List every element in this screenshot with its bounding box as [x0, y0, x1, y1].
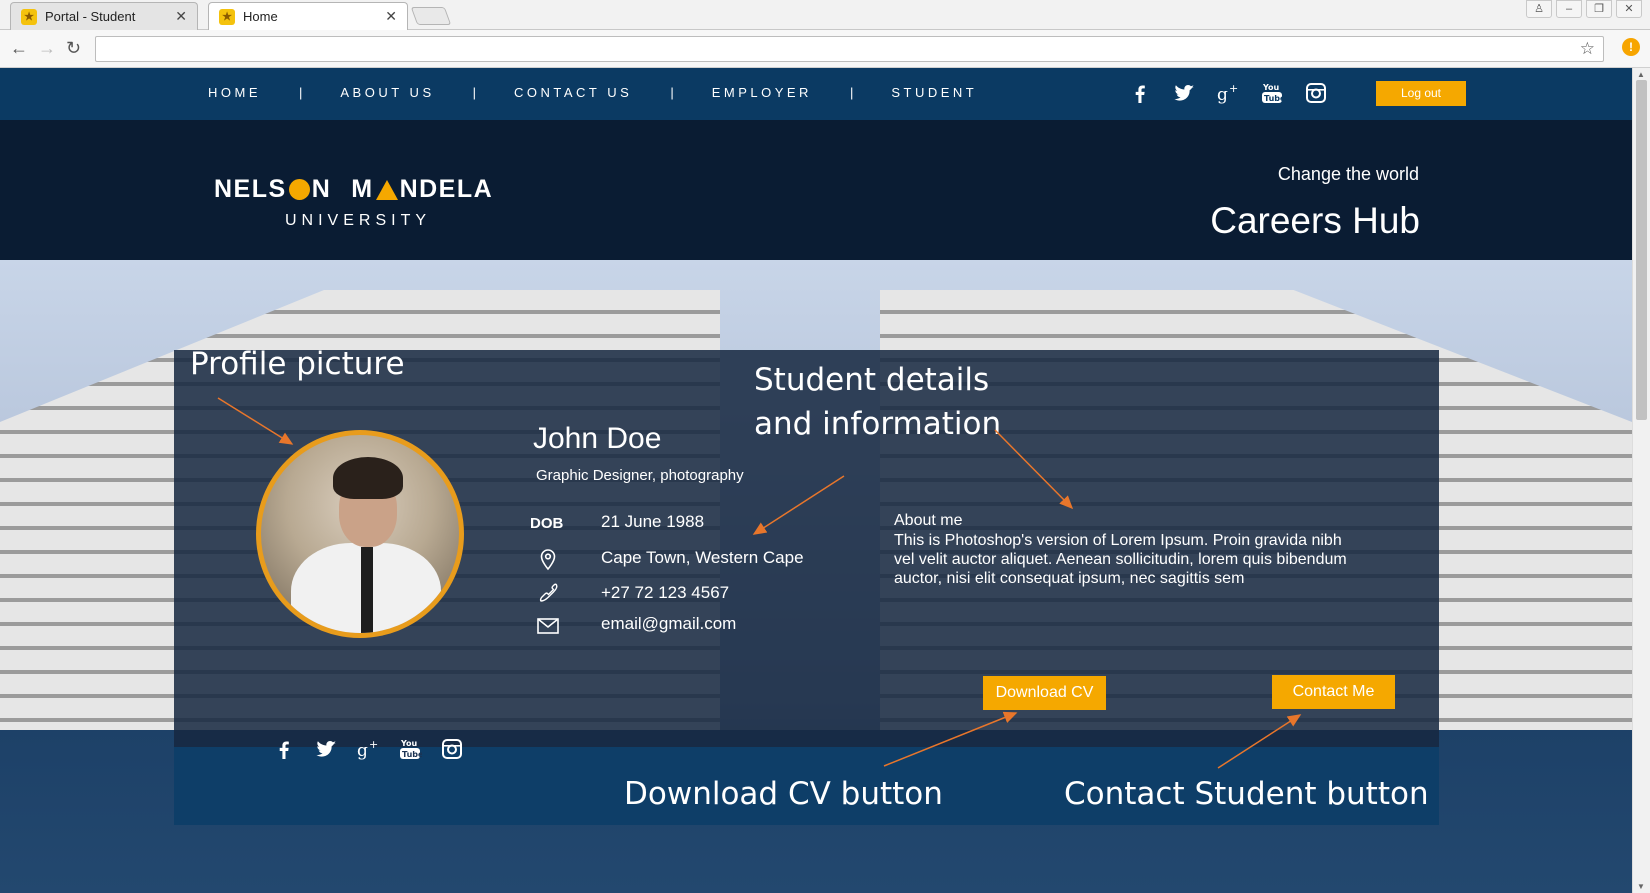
facebook-icon[interactable] [272, 737, 296, 761]
page-viewport: HOME | ABOUT US | CONTACT US | EMPLOYER … [0, 68, 1632, 893]
logo-subtitle: UNIVERSITY [285, 212, 432, 229]
logo-text: NELS [214, 175, 287, 203]
youtube-icon[interactable]: You Tube [398, 737, 422, 761]
university-logo[interactable]: NELS N M NDELA [214, 175, 493, 204]
svg-text:g: g [1217, 85, 1228, 105]
page-title: Careers Hub [1210, 200, 1420, 241]
twitter-icon[interactable] [1172, 81, 1196, 105]
download-cv-button[interactable]: Download CV [983, 676, 1106, 710]
new-tab-button[interactable] [410, 7, 452, 25]
brand-header: NELS N M NDELA UNIVERSITY Change the world… [0, 120, 1632, 260]
browser-tab-strip: ★ Portal - Student ✕ ★ Home ✕ ♙ – ❐ ✕ [0, 0, 1650, 30]
profile-picture [256, 430, 464, 638]
favicon-icon: ★ [21, 9, 37, 25]
favicon-icon: ★ [219, 9, 235, 25]
phone-icon [539, 583, 558, 602]
nav-links: HOME | ABOUT US | CONTACT US | EMPLOYER … [208, 85, 977, 100]
scrollbar-thumb[interactable] [1636, 80, 1647, 420]
window-controls: ♙ – ❐ ✕ [1526, 0, 1642, 18]
restore-icon[interactable]: ❐ [1586, 0, 1612, 18]
close-icon[interactable]: ✕ [175, 8, 187, 25]
student-name: John Doe [533, 422, 662, 455]
annotation-profile-picture: Profile picture [190, 346, 405, 382]
nav-about-us[interactable]: ABOUT US [340, 85, 434, 100]
svg-text:Tube: Tube [402, 750, 422, 759]
browser-toolbar: ← → ↻ ☆ ! [0, 30, 1650, 68]
svg-text:+: + [1229, 82, 1238, 95]
logo-text: M [351, 175, 374, 203]
annotation-contact-student: Contact Student button [1064, 776, 1429, 812]
tab-title: Home [243, 9, 278, 24]
scroll-down-arrow-icon[interactable]: ▼ [1637, 882, 1645, 891]
user-icon[interactable]: ♙ [1526, 0, 1552, 18]
tab-home[interactable]: ★ Home ✕ [208, 2, 408, 30]
nav-home[interactable]: HOME [208, 85, 261, 100]
tab-portal-student[interactable]: ★ Portal - Student ✕ [10, 2, 198, 30]
avatar-hair [333, 457, 403, 499]
email-envelope-icon [537, 618, 559, 634]
annotation-details-line1: Student details [754, 362, 990, 398]
tab-title: Portal - Student [45, 9, 136, 24]
forward-arrow-icon[interactable]: → [38, 38, 56, 59]
svg-text:g: g [357, 741, 368, 761]
student-role: Graphic Designer, photography [536, 467, 744, 484]
svg-text:You: You [400, 739, 418, 748]
google-plus-icon[interactable]: g + [356, 737, 380, 761]
logo-text: NDELA [399, 175, 494, 203]
logout-button[interactable]: Log out [1376, 81, 1466, 106]
profile-social-links: g + You Tube [272, 737, 464, 761]
phone-value: +27 72 123 4567 [601, 583, 730, 602]
dob-label: DOB [530, 515, 564, 532]
extension-alert-icon[interactable]: ! [1622, 38, 1640, 56]
contact-me-button[interactable]: Contact Me [1272, 675, 1395, 709]
annotation-download-cv: Download CV button [624, 776, 943, 812]
scroll-up-arrow-icon[interactable]: ▲ [1637, 70, 1645, 79]
close-icon[interactable]: ✕ [385, 8, 397, 25]
back-arrow-icon[interactable]: ← [10, 38, 28, 59]
instagram-icon[interactable] [1304, 81, 1328, 105]
svg-text:You: You [1262, 83, 1280, 92]
avatar-tie [361, 547, 373, 633]
email-value: email@gmail.com [601, 614, 737, 633]
nav-student[interactable]: STUDENT [891, 85, 977, 100]
nav-separator: | [472, 85, 476, 100]
location-value: Cape Town, Western Cape [601, 548, 804, 567]
tagline: Change the world [1277, 164, 1419, 184]
google-plus-icon[interactable]: g + [1216, 81, 1240, 105]
annotation-details-line2: and information [754, 406, 1002, 442]
about-heading: About me [894, 512, 963, 529]
nav-contact-us[interactable]: CONTACT US [514, 85, 632, 100]
bookmark-star-icon[interactable]: ☆ [1580, 39, 1595, 59]
nav-employer[interactable]: EMPLOYER [712, 85, 812, 100]
logo-text: N [311, 175, 332, 203]
vertical-scrollbar[interactable]: ▲ ▼ [1632, 68, 1650, 893]
facebook-icon[interactable] [1128, 81, 1152, 105]
nav-social-links: g + You Tube [1128, 81, 1328, 105]
top-navigation: HOME | ABOUT US | CONTACT US | EMPLOYER … [0, 68, 1632, 120]
instagram-icon[interactable] [440, 737, 464, 761]
logo-sun-mark [288, 179, 310, 200]
logo-triangle-mark [375, 179, 398, 200]
svg-text:Tube: Tube [1264, 94, 1284, 103]
address-bar[interactable]: ☆ [95, 36, 1604, 62]
nav-separator: | [299, 85, 303, 100]
about-text: This is Photoshop's version of Lorem Ips… [894, 532, 1347, 587]
window-close-icon[interactable]: ✕ [1616, 0, 1642, 18]
reload-icon[interactable]: ↻ [66, 38, 81, 59]
svg-text:+: + [369, 738, 378, 751]
location-pin-icon [540, 549, 556, 571]
dob-value: 21 June 1988 [601, 512, 705, 531]
minimize-icon[interactable]: – [1556, 0, 1582, 18]
twitter-icon[interactable] [314, 737, 338, 761]
youtube-icon[interactable]: You Tube [1260, 81, 1284, 105]
nav-separator: | [849, 85, 854, 100]
nav-separator: | [670, 85, 674, 100]
